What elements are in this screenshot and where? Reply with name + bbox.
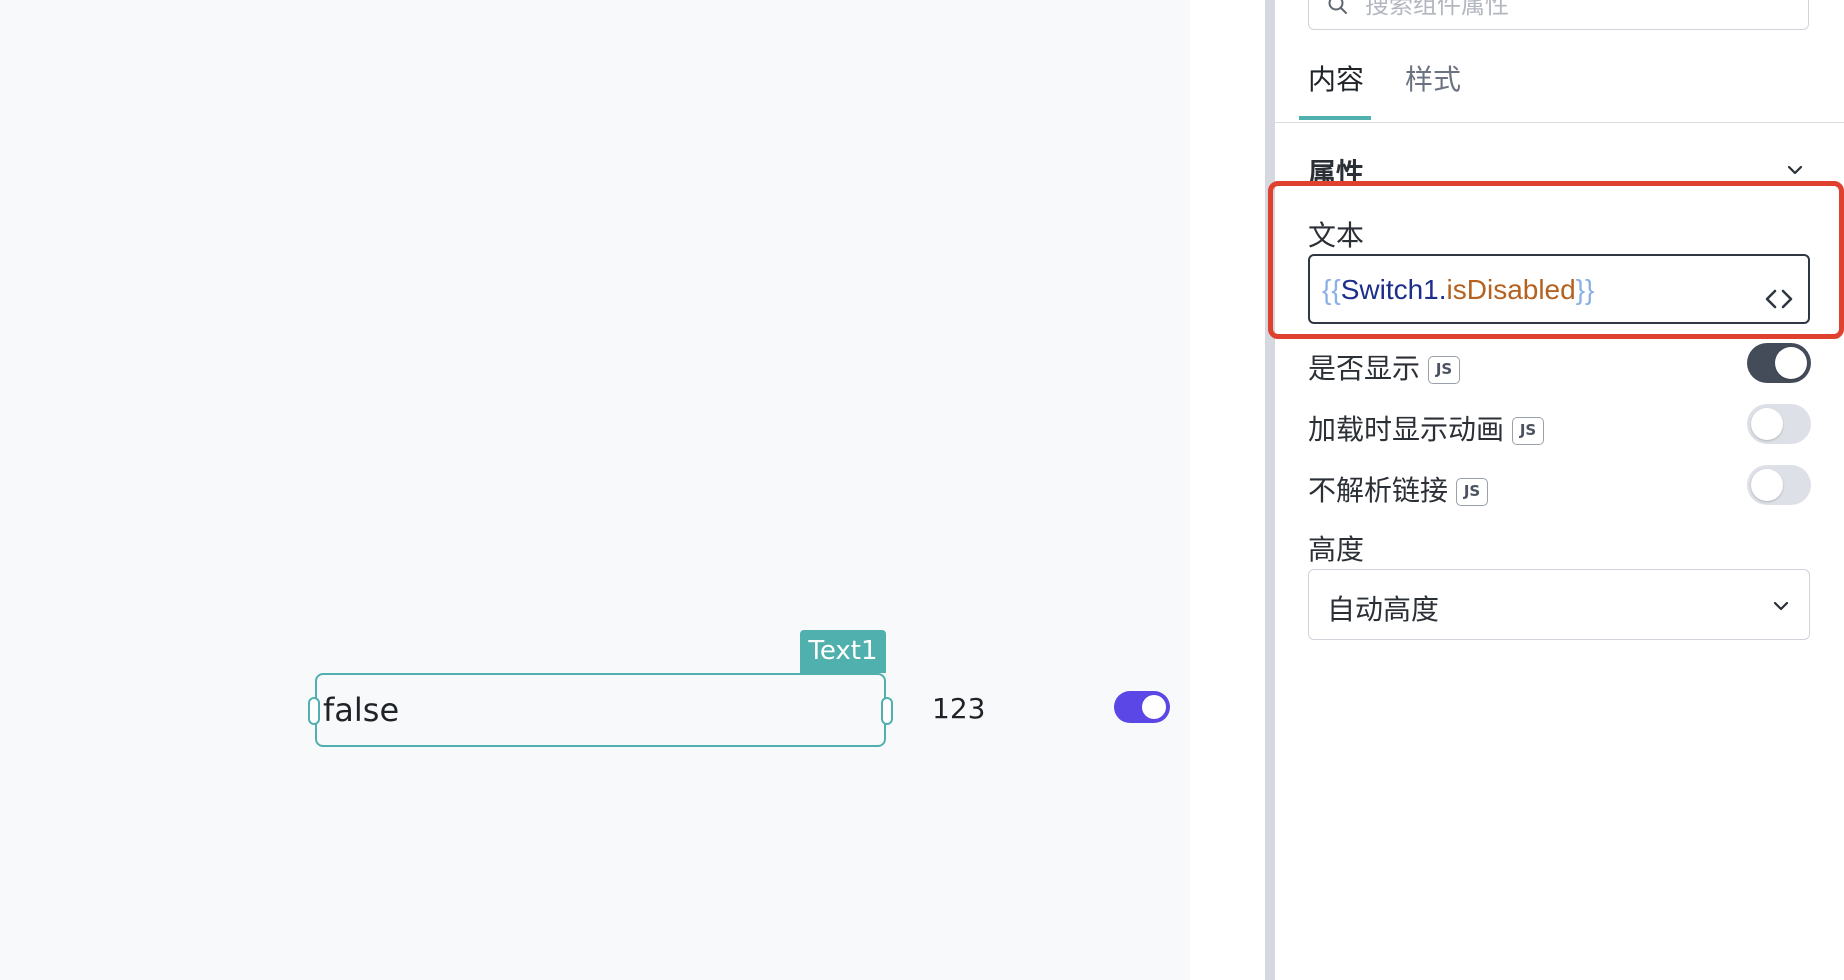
canvas-area: Text1 false 123 <box>0 0 1190 980</box>
code-open-brace: {{ <box>1322 274 1341 305</box>
height-select-value: 自动高度 <box>1327 593 1440 626</box>
toggle-knob <box>1775 347 1807 379</box>
prop-label-text: 不解析链接 <box>1308 474 1449 507</box>
code-property: isDisabled <box>1446 274 1576 305</box>
panel-resize-divider[interactable] <box>1265 0 1275 980</box>
search-input[interactable] <box>1365 0 1745 19</box>
section-title-properties[interactable]: 属性 <box>1308 152 1364 192</box>
prop-row-visible: 是否显示 JS <box>1308 343 1811 385</box>
prop-label: 加载时显示动画 JS <box>1308 408 1545 448</box>
code-dot: . <box>1438 274 1447 305</box>
number-text-widget[interactable]: 123 <box>932 692 985 725</box>
js-badge[interactable]: JS <box>1428 356 1461 384</box>
search-icon <box>1328 0 1347 14</box>
text-field-label: 文本 <box>1308 219 1365 252</box>
toggle-loading-animation[interactable] <box>1747 404 1811 444</box>
js-badge[interactable]: JS <box>1456 478 1489 506</box>
text-widget-selected[interactable]: false <box>308 673 893 747</box>
js-badge[interactable]: JS <box>1512 417 1545 445</box>
chevron-down-icon[interactable] <box>1785 160 1805 180</box>
text-code-input[interactable]: {{Switch1.isDisabled}} <box>1308 254 1810 324</box>
prop-label: 不解析链接 JS <box>1308 469 1489 509</box>
prop-label: 是否显示 JS <box>1308 347 1461 387</box>
resize-handle-right[interactable] <box>881 697 893 725</box>
prop-label-text: 加载时显示动画 <box>1308 413 1505 446</box>
resize-handle-left[interactable] <box>308 697 320 725</box>
height-select[interactable]: 自动高度 <box>1308 569 1810 640</box>
height-field-label: 高度 <box>1308 533 1365 566</box>
switch-widget[interactable] <box>1114 691 1170 723</box>
toggle-visible[interactable] <box>1747 343 1811 383</box>
tab-content[interactable]: 内容 <box>1308 60 1364 123</box>
switch-knob <box>1142 695 1166 719</box>
active-tab-indicator <box>1299 116 1371 120</box>
code-brackets-icon[interactable] <box>1764 288 1794 310</box>
property-panel: 内容 样式 属性 文本 {{Switch1.isDisabled}} 是否显示J… <box>1275 0 1844 980</box>
panel-tabs: 内容 样式 <box>1275 60 1844 123</box>
text-widget-value: false <box>323 691 400 729</box>
code-close-brace: }} <box>1575 274 1595 305</box>
chevron-down-icon <box>1773 601 1789 611</box>
canvas-gutter <box>1190 0 1265 980</box>
toggle-disable-link-parsing[interactable] <box>1747 465 1811 505</box>
search-box[interactable] <box>1308 0 1809 30</box>
toggle-knob <box>1751 408 1783 440</box>
toggle-knob <box>1751 469 1783 501</box>
prop-row-loading-animation: 加载时显示动画 JS <box>1308 404 1811 446</box>
widget-name-tag[interactable]: Text1 <box>800 630 886 673</box>
prop-row-disable-link-parsing: 不解析链接 JS <box>1308 465 1811 507</box>
prop-label-text: 是否显示 <box>1308 352 1421 385</box>
tab-style[interactable]: 样式 <box>1405 60 1461 123</box>
code-object: Switch1 <box>1340 274 1439 305</box>
